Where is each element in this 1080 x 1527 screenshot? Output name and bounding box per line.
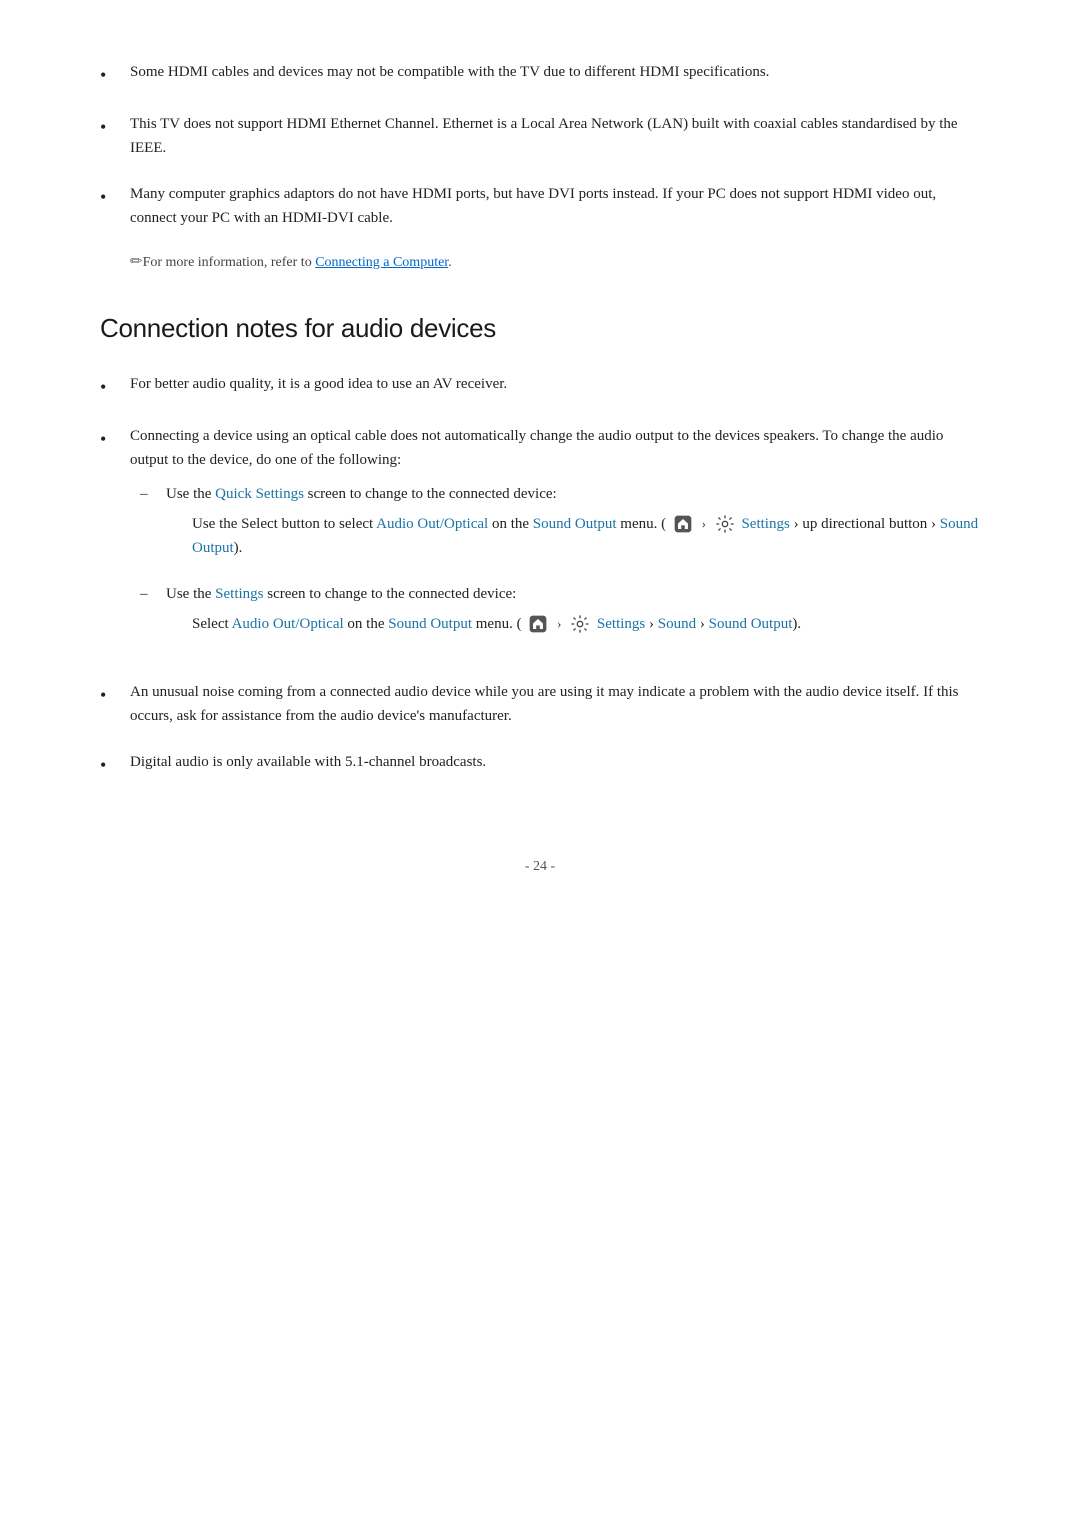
audio-out-optical-link-1: Audio Out/Optical — [376, 516, 488, 532]
sound-output-link-1: Sound Output — [533, 516, 617, 532]
bullet-hdmi-compat: • Some HDMI cables and devices may not b… — [100, 60, 980, 90]
sound-output-link-4: Sound Output — [709, 616, 793, 632]
page-footer: - 24 - — [100, 859, 980, 875]
settings-icon-1 — [714, 513, 736, 535]
home-icon-2 — [527, 613, 549, 635]
page-number: - 24 - — [525, 859, 555, 874]
bullet-hdmi-compat-text: Some HDMI cables and devices may not be … — [130, 60, 980, 84]
bullet-hdmi-ethernet: • This TV does not support HDMI Ethernet… — [100, 112, 980, 160]
bullet-av-receiver: • For better audio quality, it is a good… — [100, 372, 980, 402]
audio-out-optical-link-2: Audio Out/Optical — [232, 616, 344, 632]
chevron-icon-1: › — [702, 516, 706, 531]
ss-intro-pre: Use the — [166, 586, 215, 602]
bullet-optical-cable-text: Connecting a device using an optical cab… — [130, 424, 980, 658]
sub-item-settings-screen: – Use the Settings screen to change to t… — [140, 582, 980, 642]
bullet-av-receiver-text: For better audio quality, it is a good i… — [130, 372, 980, 396]
bullet-dot: • — [100, 373, 120, 402]
note-prefix: For more information, refer to — [143, 255, 316, 270]
bullet-dot: • — [100, 183, 120, 212]
note-text: For more information, refer to Connectin… — [143, 252, 452, 273]
qs-intro-pre: Use the — [166, 486, 215, 502]
settings-icon-2 — [569, 613, 591, 635]
ss-intro-rest: screen to change to the connected device… — [264, 586, 517, 602]
top-bullet-list: • Some HDMI cables and devices may not b… — [100, 60, 980, 230]
sub-text-quick-settings: Use the Quick Settings screen to change … — [166, 482, 980, 566]
ss-indented-para: Select Audio Out/Optical on the Sound Ou… — [192, 612, 980, 636]
sub-list-audio-output: – Use the Quick Settings screen to chang… — [140, 482, 980, 642]
qs-indented-para: Use the Select button to select Audio Ou… — [192, 512, 980, 560]
sub-item-quick-settings: – Use the Quick Settings screen to chang… — [140, 482, 980, 566]
bullet-optical-cable: • Connecting a device using an optical c… — [100, 424, 980, 658]
bullet-hdmi-dvi: • Many computer graphics adaptors do not… — [100, 182, 980, 230]
bullet-hdmi-dvi-text: Many computer graphics adaptors do not h… — [130, 182, 980, 230]
audio-bullet-list: • For better audio quality, it is a good… — [100, 372, 980, 780]
connecting-computer-link[interactable]: Connecting a Computer — [315, 255, 448, 270]
settings-link-3: Settings — [597, 616, 645, 632]
connecting-computer-note: ✏ For more information, refer to Connect… — [130, 252, 980, 273]
bullet-dot: • — [100, 751, 120, 780]
pencil-icon: ✏ — [130, 252, 143, 271]
home-icon — [672, 513, 694, 535]
sound-output-link-3: Sound Output — [388, 616, 472, 632]
dash: – — [140, 582, 158, 606]
bullet-dot: • — [100, 113, 120, 142]
bullet-digital-audio: • Digital audio is only available with 5… — [100, 750, 980, 780]
settings-link-2: Settings — [215, 586, 263, 602]
bullet-unusual-noise: • An unusual noise coming from a connect… — [100, 680, 980, 728]
up-directional-text: up directional button — [802, 516, 927, 532]
settings-link-1: Settings — [741, 516, 789, 532]
bullet-unusual-noise-text: An unusual noise coming from a connected… — [130, 680, 980, 728]
optical-cable-text: Connecting a device using an optical cab… — [130, 428, 943, 468]
bullet-dot: • — [100, 681, 120, 710]
section-title-audio: Connection notes for audio devices — [100, 313, 980, 344]
qs-intro-rest: screen to change to the connected device… — [304, 486, 557, 502]
chevron-icon-2: › — [557, 616, 561, 631]
bullet-hdmi-ethernet-text: This TV does not support HDMI Ethernet C… — [130, 112, 980, 160]
bullet-digital-audio-text: Digital audio is only available with 5.1… — [130, 750, 980, 774]
chevron-text-2: › — [649, 616, 658, 632]
bullet-dot: • — [100, 61, 120, 90]
sound-link: Sound — [658, 616, 696, 632]
chevron-text-3: › — [700, 616, 709, 632]
quick-settings-link: Quick Settings — [215, 486, 304, 502]
sub-text-settings-screen: Use the Settings screen to change to the… — [166, 582, 980, 642]
chevron-text-1: › — [794, 516, 803, 532]
dash: – — [140, 482, 158, 506]
bullet-dot: • — [100, 425, 120, 454]
note-suffix: . — [448, 255, 452, 270]
